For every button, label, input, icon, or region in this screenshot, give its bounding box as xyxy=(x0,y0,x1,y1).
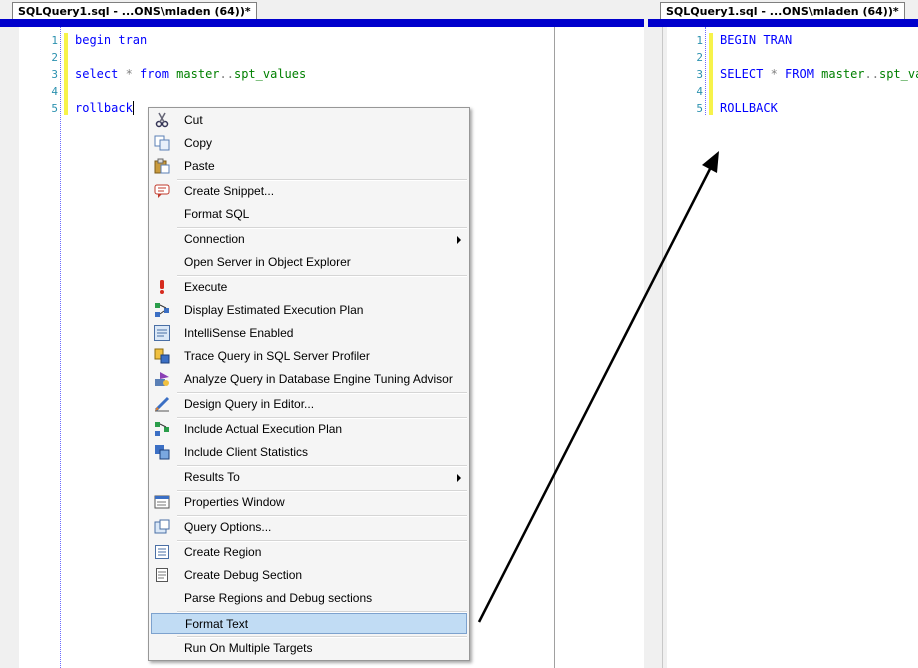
annotation-arrow xyxy=(477,151,719,623)
arrow-shaft xyxy=(477,164,714,623)
